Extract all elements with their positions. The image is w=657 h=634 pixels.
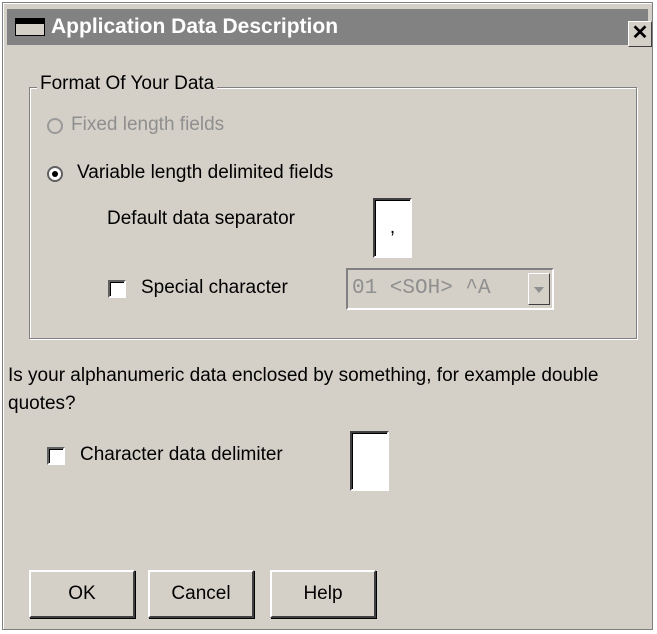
separator-label: Default data separator xyxy=(107,208,296,229)
enclosure-question: Is your alphanumeric data enclosed by so… xyxy=(8,365,599,414)
character-delimiter-checkbox[interactable] xyxy=(47,447,65,465)
separator-input[interactable] xyxy=(373,198,412,258)
dialog-window: Application Data Description ✕ Format Of… xyxy=(2,2,653,630)
special-character-value: 01 <SOH> ^A xyxy=(352,277,491,300)
title-bar[interactable]: Application Data Description ✕ xyxy=(7,9,652,47)
close-button[interactable]: ✕ xyxy=(628,21,652,47)
variable-length-radio[interactable] xyxy=(47,166,63,182)
character-delimiter-label: Character data delimiter xyxy=(80,444,283,465)
window-title: Application Data Description xyxy=(51,15,339,38)
radio-selected-dot xyxy=(52,171,58,177)
window-menu-icon[interactable] xyxy=(15,18,45,36)
special-character-label: Special character xyxy=(141,277,288,298)
variable-length-label: Variable length delimited fields xyxy=(77,162,334,183)
chevron-down-icon[interactable] xyxy=(528,273,550,305)
special-character-checkbox[interactable] xyxy=(108,280,126,298)
format-group-legend: Format Of Your Data xyxy=(37,73,218,95)
ok-button[interactable]: OK xyxy=(29,570,135,618)
cancel-button[interactable]: Cancel xyxy=(148,570,254,618)
special-character-select[interactable]: 01 <SOH> ^A xyxy=(346,268,554,310)
character-delimiter-input[interactable] xyxy=(350,431,389,491)
fixed-length-label: Fixed length fields xyxy=(71,114,225,135)
fixed-length-radio[interactable] xyxy=(47,118,63,134)
help-button[interactable]: Help xyxy=(270,570,376,618)
